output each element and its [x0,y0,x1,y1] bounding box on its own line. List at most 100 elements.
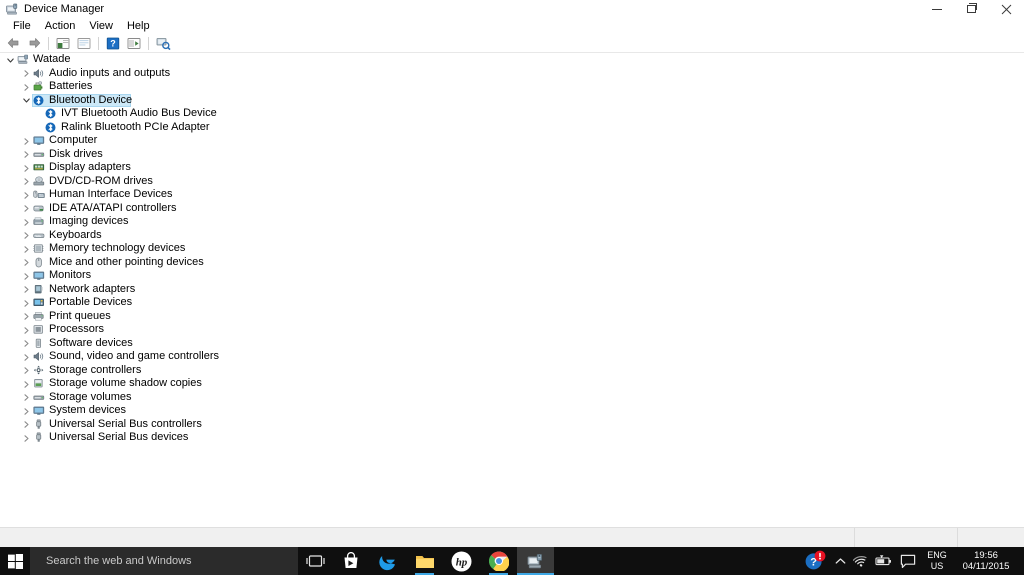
taskbar-app-edge[interactable] [369,547,406,575]
chevron-right-icon[interactable] [20,391,32,405]
chevron-right-icon[interactable] [20,256,32,270]
chevron-right-icon[interactable] [20,161,32,175]
tree-node-human-interface-devices[interactable]: Human Interface Devices [0,188,1024,202]
scan-for-hardware-changes-icon[interactable] [153,34,173,52]
tree-node-ide-ata-atapi-controllers[interactable]: IDE ATA/ATAPI controllers [0,202,1024,216]
chevron-right-icon[interactable] [20,431,32,445]
tree-node-label: Ralink Bluetooth PCIe Adapter [61,120,210,133]
chevron-right-icon[interactable] [20,175,32,189]
tree-node-system-devices[interactable]: System devices [0,404,1024,418]
tree-node-dvd-cd-rom-drives[interactable]: DVD/CD-ROM drives [0,175,1024,189]
clock[interactable]: 19:56 04/11/2015 [954,547,1020,575]
menu-item-file[interactable]: File [6,18,38,34]
tree-node-network-adapters[interactable]: Network adapters [0,283,1024,297]
wifi-icon[interactable] [850,547,872,575]
tree-node-label: Monitors [49,269,92,281]
tree-node-memory-technology-devices[interactable]: Memory technology devices [0,242,1024,256]
taskbar-app-file-explorer[interactable] [406,547,443,575]
tree-node-sound-video-and-game-controllers[interactable]: Sound, video and game controllers [0,350,1024,364]
display-adapter-icon [32,161,46,175]
tree-node-computer[interactable]: Computer [0,134,1024,148]
tree-node-software-devices[interactable]: Software devices [0,337,1024,351]
taskbar-app-chrome[interactable] [480,547,517,575]
tree-node-universal-serial-bus-devices[interactable]: Universal Serial Bus devices [0,431,1024,445]
chevron-down-icon[interactable] [4,53,16,67]
language-indicator[interactable]: ENG US [920,547,954,575]
chevron-right-icon[interactable] [20,296,32,310]
task-view-button[interactable] [298,547,332,575]
back-arrow-icon[interactable] [3,34,23,52]
chevron-right-icon[interactable] [20,323,32,337]
battery-tray-icon[interactable] [872,547,896,575]
forward-arrow-icon[interactable] [24,34,44,52]
help-icon[interactable]: ? [103,34,123,52]
show-hide-console-tree-icon[interactable] [53,34,73,52]
tree-node-ivt-bluetooth-audio-bus-device[interactable]: IVT Bluetooth Audio Bus Device [0,107,1024,121]
tree-node-batteries[interactable]: Batteries [0,80,1024,94]
tree-node-mice-and-other-pointing-devices[interactable]: Mice and other pointing devices [0,256,1024,270]
close-button[interactable] [989,0,1024,18]
tree-node-storage-controllers[interactable]: Storage controllers [0,364,1024,378]
device-tree[interactable]: Watade Audio inputs and outputs Batterie… [0,53,1024,526]
tree-node-root[interactable]: Watade [0,53,1024,67]
chevron-right-icon[interactable] [20,215,32,229]
chevron-right-icon[interactable] [20,283,32,297]
tree-node-print-queues[interactable]: Print queues [0,310,1024,324]
taskbar-app-hp[interactable]: hp [443,547,480,575]
chevron-right-icon[interactable] [20,418,32,432]
processor-icon [32,323,46,337]
action-center-icon[interactable] [896,547,920,575]
chevron-right-icon[interactable] [20,364,32,378]
chevron-right-icon[interactable] [20,350,32,364]
chevron-right-icon[interactable] [20,337,32,351]
file-explorer-icon [415,555,434,568]
menu-item-help[interactable]: Help [120,18,157,34]
svg-text:hp: hp [456,556,468,568]
start-button[interactable] [0,547,30,575]
tree-node-storage-volumes[interactable]: Storage volumes [0,391,1024,405]
tree-node-universal-serial-bus-controllers[interactable]: Universal Serial Bus controllers [0,418,1024,432]
computer-root-icon [16,53,30,67]
tree-node-storage-volume-shadow-copies[interactable]: Storage volume shadow copies [0,377,1024,391]
tree-node-portable-devices[interactable]: Portable Devices [0,296,1024,310]
tree-node-imaging-devices[interactable]: Imaging devices [0,215,1024,229]
chevron-right-icon[interactable] [20,269,32,283]
maximize-button[interactable] [954,0,989,18]
chrome-icon [488,551,509,571]
chevron-right-icon[interactable] [20,67,32,81]
tree-node-audio-inputs-and-outputs[interactable]: Audio inputs and outputs [0,67,1024,81]
minimize-button[interactable] [919,0,954,18]
chevron-right-icon[interactable] [20,404,32,418]
menu-item-action[interactable]: Action [38,18,83,34]
chevron-right-icon[interactable] [20,310,32,324]
taskbar-app-store[interactable] [332,547,369,575]
chevron-right-icon[interactable] [20,80,32,94]
properties-icon[interactable] [74,34,94,52]
tree-node-disk-drives[interactable]: Disk drives [0,148,1024,162]
tree-node-processors[interactable]: Processors [0,323,1024,337]
help-alert-icon[interactable]: ? [800,547,830,575]
search-input[interactable]: Search the web and Windows [30,547,298,575]
toolbar: ? [0,34,1024,53]
chevron-down-icon[interactable] [20,94,32,108]
taskbar-app-device-manager[interactable] [517,547,554,575]
update-driver-icon[interactable] [124,34,144,52]
menu-item-view[interactable]: View [82,18,120,34]
tree-node-keyboards[interactable]: Keyboards [0,229,1024,243]
storage-volume-icon [32,391,46,405]
chevron-right-icon[interactable] [20,377,32,391]
chevron-right-icon[interactable] [20,134,32,148]
tree-node-label: DVD/CD-ROM drives [49,174,153,187]
tree-node-monitors[interactable]: Monitors [0,269,1024,283]
ide-controller-icon [32,202,46,216]
show-hidden-icons-chevron[interactable] [830,547,850,575]
tree-node-ralink-bluetooth-pcie-adapter[interactable]: Ralink Bluetooth PCIe Adapter [0,121,1024,135]
chevron-right-icon[interactable] [20,242,32,256]
tree-node-bluetooth-device[interactable]: Bluetooth Device [0,93,1024,108]
chevron-right-icon[interactable] [20,148,32,162]
chevron-right-icon[interactable] [20,188,32,202]
tree-node-display-adapters[interactable]: Display adapters [0,161,1024,175]
chevron-right-icon[interactable] [20,202,32,216]
tree-node-label: Computer [49,134,98,146]
chevron-right-icon[interactable] [20,229,32,243]
